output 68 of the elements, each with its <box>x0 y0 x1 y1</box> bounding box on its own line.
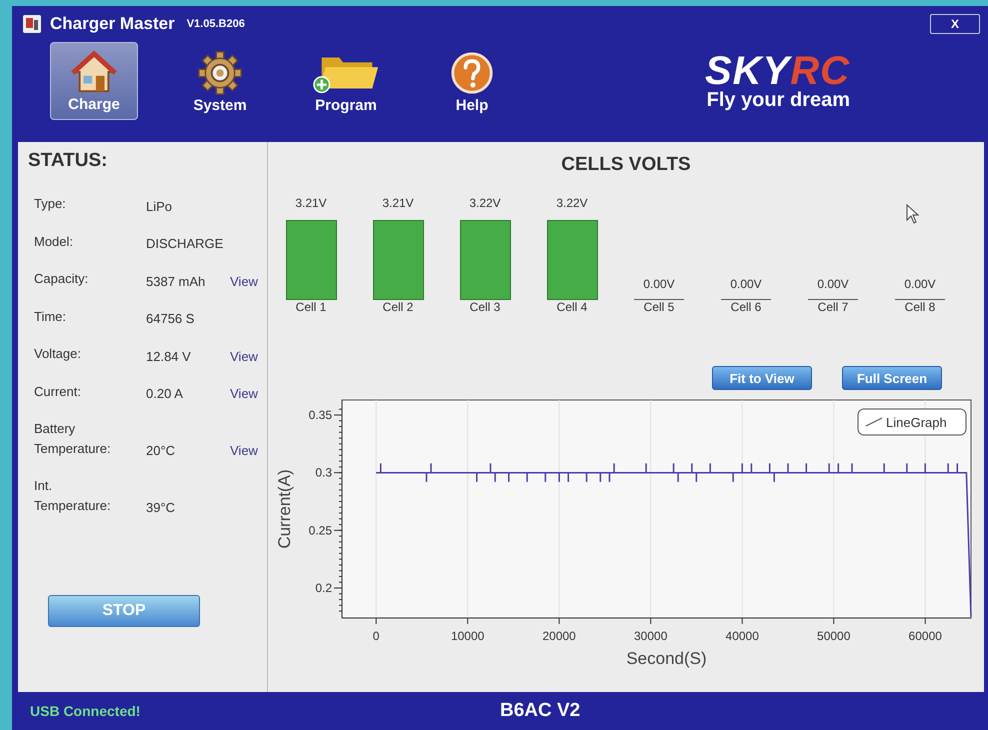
house-icon <box>71 50 117 94</box>
field-value: 39°C <box>146 500 176 515</box>
view-link[interactable]: View <box>230 386 267 401</box>
field-label: Type: <box>34 195 67 213</box>
field-value: 64756 S <box>146 311 196 326</box>
cell-label: Cell 3 <box>470 300 500 314</box>
brand-logo: SKYRC <box>704 50 850 90</box>
nav-button[interactable]: System <box>176 42 264 120</box>
cell-voltage: 0.00V <box>643 277 675 291</box>
help-icon <box>449 51 495 95</box>
field-label: Capacity: <box>34 270 90 288</box>
cell-voltage: 0.00V <box>817 277 849 291</box>
field-value: 12.84 V <box>146 348 192 364</box>
field-value: 5387 mAh <box>146 274 206 288</box>
x-tick-label: 10000 <box>450 629 484 643</box>
x-tick-label: 60000 <box>908 629 942 643</box>
field-value: LiPo <box>146 198 174 214</box>
close-button[interactable]: X <box>930 14 980 34</box>
cell-voltage: 3.22V <box>469 196 501 210</box>
x-tick-label: 30000 <box>634 629 668 643</box>
x-tick-label: 50000 <box>817 629 850 643</box>
view-link[interactable]: View <box>230 443 267 458</box>
gear-icon <box>197 51 243 95</box>
cursor-icon <box>906 204 920 224</box>
device-name: B6AC V2 <box>500 700 580 722</box>
nav-button[interactable]: Charge <box>50 42 138 120</box>
cell-voltage: 0.00V <box>730 277 762 291</box>
y-tick-label: 0.2 <box>315 581 332 595</box>
status-title: STATUS: <box>28 150 109 172</box>
y-tick-label: 0.25 <box>308 523 332 538</box>
cell-label: Cell 1 <box>296 300 326 314</box>
field-label: Model: <box>34 232 74 250</box>
field-label: Time: <box>34 308 68 326</box>
cell-voltage: 3.22V <box>556 196 588 210</box>
field-label: Voltage: <box>34 345 82 363</box>
version-label: V1.05.B206 <box>186 18 245 30</box>
nav-button[interactable]: Program <box>302 42 390 120</box>
cell-voltage: 3.21V <box>295 196 327 210</box>
cell-label: Cell 4 <box>556 300 588 314</box>
window-title: Charger Master <box>50 14 175 34</box>
cell-label: Cell 2 <box>382 300 414 314</box>
x-axis-title: Second(S) <box>626 649 707 668</box>
app-icon <box>22 14 42 34</box>
y-axis-title: Current(A) <box>276 469 294 549</box>
cell-voltage: 0.00V <box>904 277 936 291</box>
field-label: Battery Temperature: <box>34 420 112 458</box>
field-value: 0.20 A <box>146 386 184 401</box>
cell-label: Cell 6 <box>730 300 762 314</box>
y-tick-label: 0.35 <box>308 408 332 422</box>
cell-label: Cell 7 <box>818 300 848 314</box>
y-tick-label: 0.3 <box>315 466 332 480</box>
view-link[interactable]: View <box>230 274 267 288</box>
cell-label: Cell 8 <box>904 300 936 314</box>
cells-title: CELLS VOLTS <box>560 154 692 176</box>
nav-button[interactable]: Help <box>428 42 516 120</box>
connection-status: USB Connected! <box>30 703 142 719</box>
x-tick-label: 20000 <box>542 629 576 643</box>
x-tick-label: 0 <box>372 629 380 643</box>
x-tick-label: 40000 <box>726 629 759 643</box>
view-link[interactable]: View <box>230 348 267 364</box>
cell-voltage: 3.21V <box>382 196 414 210</box>
field-label: Current: <box>34 382 82 400</box>
chart-legend: LineGraph <box>858 408 966 436</box>
brand-tagline: Fly your dream <box>706 88 850 112</box>
field-value: DISCHARGE <box>146 236 224 251</box>
field-label: Int. Temperature: <box>34 477 112 515</box>
cell-label: Cell 5 <box>644 300 674 314</box>
field-value: 20°C <box>146 443 176 458</box>
